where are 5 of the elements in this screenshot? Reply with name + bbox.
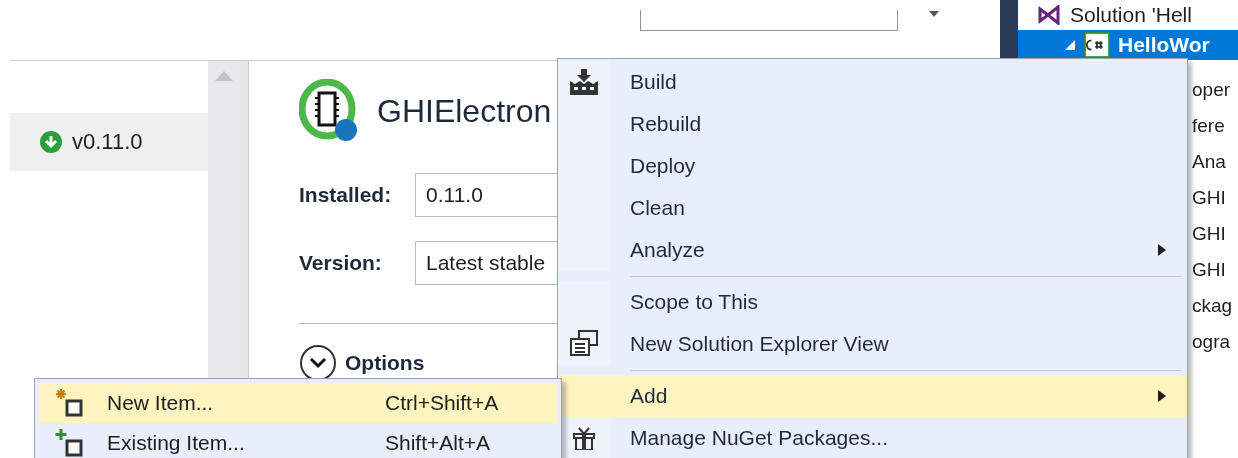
package-title: GHIElectron (377, 92, 552, 130)
installed-label: Installed: (299, 183, 393, 207)
version-text: v0.11.0 (72, 129, 143, 155)
options-heading: Options (345, 351, 425, 375)
version-label: Version: (299, 251, 383, 275)
